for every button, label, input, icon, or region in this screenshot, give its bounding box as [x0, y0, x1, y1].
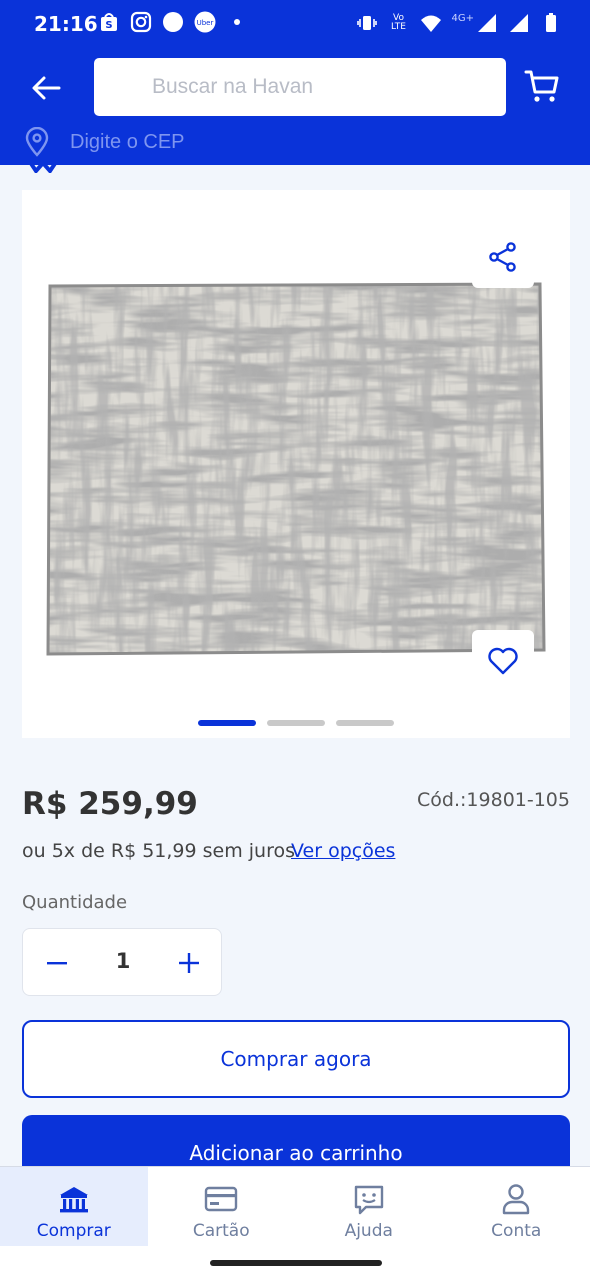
product-image [46, 282, 546, 656]
nav-label: Conta [491, 1221, 542, 1241]
status-time: 21:16 [34, 12, 98, 36]
arrow-left-icon [32, 76, 61, 100]
bottom-navigation: Comprar Cartão Ajuda Conta [0, 1166, 590, 1247]
share-icon [489, 242, 516, 272]
carousel-indicator [0, 720, 590, 726]
home-gesture-pill[interactable] [210, 1260, 382, 1266]
cep-selector[interactable]: Digite o CEP [24, 126, 185, 158]
person-icon [503, 1184, 530, 1215]
decrease-quantity-button[interactable] [41, 947, 73, 979]
nav-item-cartao[interactable]: Cartão [148, 1167, 296, 1247]
cep-text: Digite o CEP [70, 130, 185, 153]
carousel-dot[interactable] [336, 720, 394, 726]
minus-icon [47, 962, 67, 965]
nav-label: Ajuda [344, 1221, 393, 1241]
product-price: R$ 259,99 [22, 786, 198, 822]
plus-icon [179, 953, 199, 973]
quantity-label: Quantidade [22, 892, 128, 913]
share-button[interactable] [472, 226, 534, 288]
nav-label: Comprar [36, 1221, 111, 1241]
increase-quantity-button[interactable] [173, 947, 205, 979]
search-box[interactable] [94, 58, 506, 116]
cart-icon [524, 70, 559, 102]
app-header: 21:16 S Uber Vo LTE 4G+ Digite o CEP [0, 0, 590, 165]
nav-label: Cartão [192, 1221, 250, 1241]
back-button[interactable] [26, 68, 66, 108]
quantity-value: 1 [115, 949, 131, 973]
product-sku: Cód.:19801-105 [417, 789, 570, 811]
uber-icon: Uber [194, 11, 216, 33]
notification-icons: S Uber [98, 11, 248, 33]
search-input[interactable] [94, 58, 506, 116]
carousel-dot[interactable] [267, 720, 325, 726]
dot-icon [234, 19, 240, 25]
svg-text:Uber: Uber [197, 19, 214, 27]
nav-item-conta[interactable]: Conta [443, 1167, 590, 1247]
svg-text:S: S [105, 20, 112, 31]
network-type-label: 4G+ [451, 12, 475, 24]
cart-button[interactable] [520, 64, 564, 108]
signal-icon [510, 14, 528, 32]
system-icons: Vo LTE 4G+ [356, 12, 563, 34]
instagram-icon [130, 11, 152, 33]
location-pin-icon [25, 127, 49, 157]
shopee-icon: S [101, 13, 117, 31]
card-icon [205, 1186, 238, 1212]
nav-item-comprar[interactable]: Comprar [0, 1167, 148, 1247]
status-bar: 21:16 S Uber Vo LTE 4G+ [0, 0, 590, 48]
heart-icon [488, 647, 518, 675]
wifi-icon [420, 15, 441, 32]
carousel-dot[interactable] [198, 720, 256, 726]
chat-help-icon [354, 1185, 383, 1215]
see-options-link[interactable]: Ver opções [291, 840, 395, 862]
signal-4g-icon [478, 14, 496, 32]
installments-text: ou 5x de R$ 51,99 sem juros [22, 840, 296, 862]
nav-item-ajuda[interactable]: Ajuda [295, 1167, 443, 1247]
battery-icon [546, 13, 556, 32]
brand-peek-icon [26, 159, 60, 173]
buy-now-button[interactable]: Comprar agora [22, 1020, 570, 1098]
vibrate-icon [356, 16, 377, 30]
system-navigation-bar [0, 1246, 590, 1280]
volte-icon: Vo LTE [391, 13, 406, 32]
store-icon [59, 1187, 88, 1213]
favorite-button[interactable] [472, 630, 534, 692]
circle-icon [163, 12, 183, 32]
quantity-stepper: 1 [22, 928, 222, 996]
